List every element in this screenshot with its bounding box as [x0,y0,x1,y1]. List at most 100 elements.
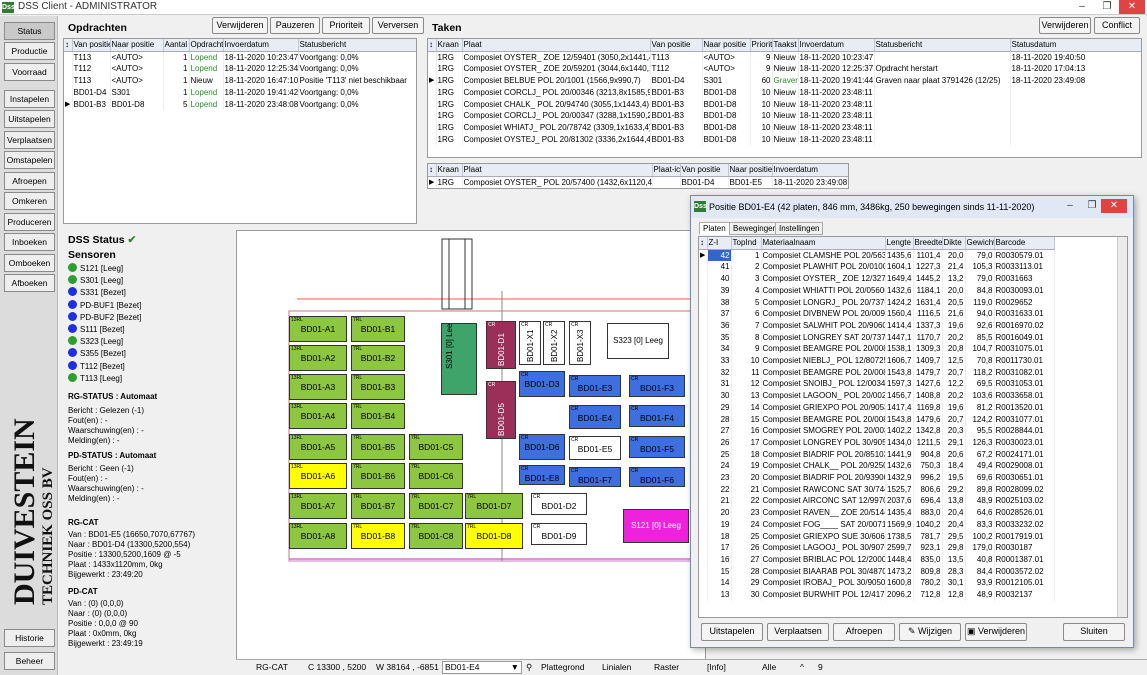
plates-col-materiaal[interactable]: Materiaalnaam [761,237,886,250]
position-bd01-a1[interactable]: 13RL BD01-A1 [289,316,347,342]
nav-produceren-button[interactable]: Produceren [4,213,55,231]
table-row[interactable]: 39 4 Composiet WHIATTI POL 20/05600 1432,6 1… [699,284,1055,297]
tasks-col-invoerdatum[interactable]: Invoerdatum [798,39,875,52]
table-row[interactable]: 25 18 Composiet BIADRIF POL 20/85103 1441,9… [699,448,1055,461]
subtask-col-invoerdatum[interactable]: Invoerdatum [772,164,848,177]
plates-col-lengte[interactable]: Lengte [885,237,914,250]
dialog-sluiten-button[interactable]: Sluiten [1063,623,1125,641]
table-row[interactable]: 22 21 Composiet RAWCONC SAT 30/74400 1525,7… [699,483,1055,496]
position-bd01-d2[interactable]: CR BD01-D2 [531,493,587,515]
statusbar-info[interactable]: [Info] [707,662,726,672]
position-bd01-a5[interactable]: 13RL BD01-A5 [289,434,347,460]
position-bd01-e4[interactable]: CR BD01-E4 [569,405,621,429]
position-bd01-a2[interactable]: 13RL BD01-A2 [289,345,347,371]
nav-historie-button[interactable]: Historie [4,629,55,647]
tasks-col-van[interactable]: Van positie [650,39,703,52]
statusbar-linialen[interactable]: Linialen [602,662,631,672]
nav-uitstapelen-button[interactable]: Uitstapelen [4,110,55,128]
position-bd01-b7[interactable]: 7RL BD01-B7 [351,493,405,519]
position-bd01-d9[interactable]: CR BD01-D9 [531,523,587,545]
statusbar-plattegrond[interactable]: Plattegrond [541,662,584,672]
position-bd01-b8[interactable]: 7RL BD01-B8 [351,523,405,549]
table-row[interactable]: 27 16 Composiet SMOGREY POL 20/00311 1402,2… [699,425,1055,437]
nav-afroepen-button[interactable]: Afroepen [4,172,55,190]
orders-pause-button[interactable]: Pauzeren [270,17,320,34]
table-row[interactable]: 20 23 Composiet RAVEN__ ZOE 20/51442 1435,4… [699,507,1055,519]
table-row[interactable]: ▶ 42 1 Composiet CLAMSHE POL 20/56301 1435,6… [699,249,1055,262]
table-row[interactable]: 37 6 Composiet DIVBNEW POL 20/00915 1560,4 1… [699,308,1055,320]
position-bd01-f3[interactable]: CR BD01-F3 [629,375,685,397]
position-bd01-b5[interactable]: 7RL BD01-B5 [351,434,405,460]
orders-col-naar[interactable]: Naar positie [110,39,164,52]
plates-col-zi[interactable]: Z-I [707,237,732,250]
tasks-col-sort[interactable]: ↕ [428,39,437,52]
position-bd01-d6[interactable]: CR BD01-D6 [519,434,565,460]
position-s121[interactable]: S121 [0] Leeg [623,509,689,543]
position-bd01-x3[interactable]: CR BD01-X3 [569,321,591,365]
nav-status-button[interactable]: Status [4,22,55,40]
tab-platen[interactable]: Platen [699,222,730,235]
tasks-conflict-button[interactable]: Conflict [1094,17,1140,34]
position-bd01-d8[interactable]: 7RL BD01-D8 [465,523,523,549]
position-bd01-b1[interactable]: 7RL BD01-B1 [351,316,405,342]
nav-afboeken-button[interactable]: Afboeken [4,274,55,292]
position-bd01-f7[interactable]: CR BD01-F7 [569,467,621,487]
position-bd01-d3[interactable]: CR BD01-D3 [519,371,565,397]
table-row[interactable]: 34 9 Composiet BEAMGRE POL 20/00831 1538,1 1… [699,343,1055,356]
position-bd01-f6[interactable]: CR BD01-F6 [629,467,685,487]
dialog-uitstapelen-button[interactable]: Uitstapelen [701,623,763,641]
position-bd01-d7[interactable]: 7RL BD01-D7 [465,493,523,519]
position-bd01-f4[interactable]: CR BD01-F4 [629,405,685,427]
statusbar-alle[interactable]: Alle [762,662,776,672]
position-bd01-e3[interactable]: CR BD01-E3 [569,375,621,397]
position-bd01-a8[interactable]: 13RL BD01-A8 [289,523,347,549]
table-row[interactable]: 30 13 Composiet LAGOON_ POL 20/00210 1456,7… [699,390,1055,402]
position-bd01-x2[interactable]: CR BD01-X2 [543,321,565,365]
orders-table[interactable]: ↕ Van positie Naar positie Aantal Opdrac… [63,38,417,224]
plates-col-gewicht[interactable]: Gewicht [965,237,995,250]
nav-omboeken-button[interactable]: Omboeken [4,254,55,272]
position-s301[interactable]: S301 [0] Leeg [441,323,477,395]
table-row[interactable]: 13 30 Composiet BURWHIT POL 12/41700 2096,2… [699,589,1055,601]
tasks-col-naar[interactable]: Naar positie [702,39,751,52]
table-row[interactable]: 18 25 Composiet GRIEXPO SUE 30/60602 1738,5… [699,530,1055,543]
table-row[interactable]: 1RG Composiet CORCLJ_ POL 20/00347 (3288,… [428,110,1141,122]
table-row[interactable]: 40 3 Composiet OYSTER_ ZOE 12/32701 1649,4 1… [699,273,1055,285]
position-s323[interactable]: S323 [0] Leeg [607,323,669,359]
plates-col-barcode[interactable]: Barcode [994,237,1055,250]
table-row[interactable]: 1RG Composiet OYSTER_ ZOE 12/59401 (3050,… [428,51,1141,64]
position-bd01-a6[interactable]: 13RL BD01-A6 [289,463,347,489]
search-icon[interactable]: ⚲ [526,662,532,673]
nav-inboeken-button[interactable]: Inboeken [4,233,55,251]
position-bd01-a3[interactable]: 13RL BD01-A3 [289,374,347,400]
orders-col-van[interactable]: Van positie [72,39,111,52]
statusbar-raster[interactable]: Raster [654,662,679,672]
orders-priority-button[interactable]: Prioriteit [322,17,370,34]
table-row[interactable]: T113 <AUTO> 1 Lopend 18-11-2020 10:23:47 Voor… [64,51,416,64]
subtask-table[interactable]: ↕ Kraan Plaat Plaat-ic Van positie Naar … [427,163,849,189]
subtask-col-naar[interactable]: Naar positie [728,164,773,177]
position-bd01-d1[interactable]: CR BD01-D1 [486,321,516,369]
table-row[interactable]: 36 7 Composiet SALWHIT POL 20/90604 1414,4 1… [699,319,1055,332]
table-row[interactable]: 31 12 Composiet SNOIBJ_ POL 12/00342 1597,3… [699,378,1055,391]
tasks-col-kraan[interactable]: Kraan [436,39,463,52]
dialog-verwijderen-button[interactable]: ▣ Verwijderen [965,623,1027,641]
table-row[interactable]: BD01-D4 S301 1 Lopend 18-11-2020 19:41:42 Voo… [64,86,416,99]
plates-table[interactable]: ↕ Z-I TopInd Materiaalnaam Lengte Breedt… [698,236,1128,618]
nav-instapelen-button[interactable]: Instapelen [4,90,55,108]
table-row[interactable]: 19 24 Composiet FOG____ SAT 20/00715 1569,9… [699,518,1055,531]
nav-verplaatsen-button[interactable]: Verplaatsen [4,131,55,149]
plates-scrollbar[interactable] [1117,237,1127,617]
orders-col-sort[interactable]: ↕ [64,39,73,52]
tab-bewegingen[interactable]: Bewegingen [729,222,782,235]
orders-col-opdracht[interactable]: Opdracht [189,39,224,52]
tab-instellingen[interactable]: Instellingen [775,222,824,235]
table-row[interactable]: 21 22 Composiet AIRCONC SAT 12/99700 2037,6… [699,495,1055,508]
position-bd01-b2[interactable]: 7RL BD01-B2 [351,345,405,371]
table-row[interactable]: 14 29 Composiet IROBAJ_ POL 30/90501 1600,8… [699,577,1055,590]
plates-col-breedte[interactable]: Breedte [913,237,943,250]
table-row[interactable]: 26 17 Composiet LONGREY POL 30/90541 1434,0… [699,436,1055,449]
position-bd01-a4[interactable]: 13RL BD01-A4 [289,403,347,429]
table-row[interactable]: T112 <AUTO> 1 Lopend 18-11-2020 12:25:34 Voor… [64,63,416,76]
table-row[interactable]: 29 14 Composiet GRIEXPO POL 20/90530 1417,4… [699,401,1055,414]
